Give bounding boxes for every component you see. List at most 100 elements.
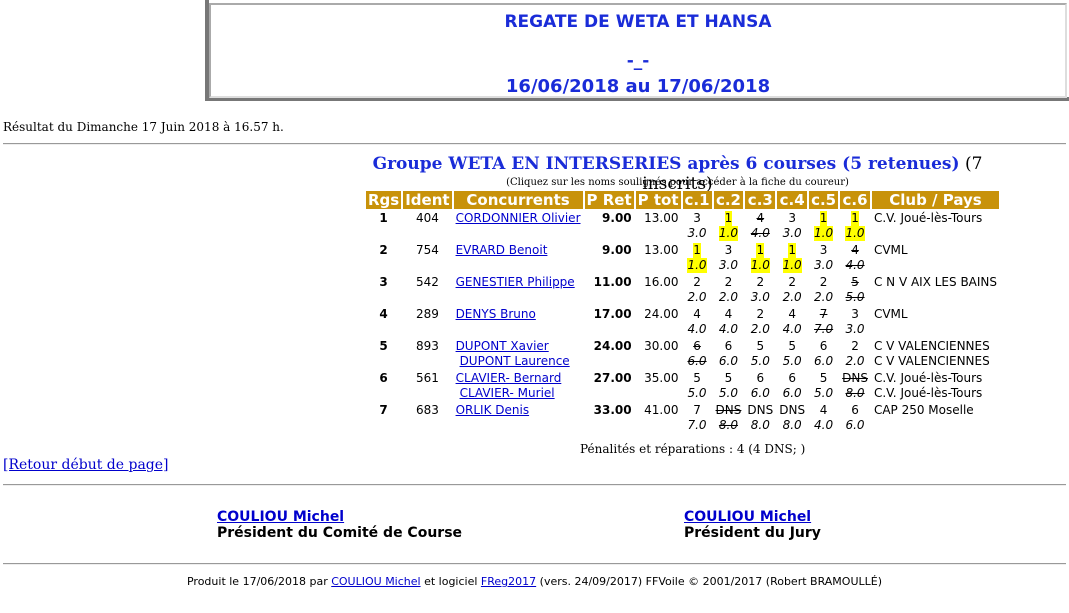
signature-committee: COULIOU Michel Président du Comité de Co…	[217, 509, 462, 541]
race-rank: 4	[851, 243, 859, 257]
race-points: 6.0	[750, 386, 770, 400]
race-cell: 5 5.0	[840, 275, 870, 305]
penalties-note: Pénalités et réparations : 4 (4 DNS; )	[580, 442, 806, 456]
race-rank: 1	[788, 243, 796, 258]
race-cell: 4 4.0	[745, 211, 775, 241]
race-points: 4.0	[814, 418, 834, 432]
footer-author-link[interactable]: COULIOU Michel	[331, 575, 420, 588]
club-name: C.V. Joué-lès-Tours	[873, 371, 983, 385]
competitor-link[interactable]: ORLIK Denis	[456, 403, 581, 418]
race-points: 1.0	[718, 226, 739, 241]
points-total-cell: 13.00	[644, 243, 679, 257]
race-points: 6.0	[845, 418, 865, 432]
race-cell: 3 3.0	[777, 211, 807, 241]
points-total-cell: 41.00	[644, 403, 679, 417]
table-row: 7 683 ORLIK Denis 33.00 41.00 7 7.0 DNS 8.0 DNS 8.…	[366, 403, 999, 433]
race-rank: 2	[693, 275, 701, 289]
race-rank: DNS	[842, 371, 868, 385]
race-rank: 5	[851, 275, 859, 289]
ident-cell: 542	[415, 275, 439, 289]
race-cell: 2 2.0	[777, 275, 807, 305]
race-points: 4.0	[750, 226, 770, 240]
race-rank: DNS	[747, 403, 774, 417]
race-cell: 1 1.0	[840, 211, 870, 241]
race-points: 5.0	[750, 354, 770, 368]
rank-cell: 3	[379, 275, 388, 289]
race-points: 4.0	[687, 322, 707, 336]
race-rank: 2	[819, 275, 828, 289]
competitor-link[interactable]: CLAVIER- Bernard	[456, 371, 581, 386]
race-points: 5.0	[845, 290, 865, 304]
column-header: c.5	[809, 191, 839, 209]
committee-president-name[interactable]: COULIOU Michel	[217, 509, 462, 525]
race-rank: 2	[756, 275, 765, 289]
club-cell: CVML	[872, 307, 999, 337]
points-retained-cell: 9.00	[602, 243, 632, 257]
race-cell: 2 2.0	[714, 275, 744, 305]
competitor-link[interactable]: EVRARD Benoit	[456, 243, 581, 258]
competitor-cell: CORDONNIER Olivier	[454, 211, 583, 241]
race-rank: 4	[819, 403, 828, 417]
race-rank: 1	[819, 211, 828, 226]
race-cell: 2 2.0	[683, 275, 712, 305]
race-points: 1.0	[687, 258, 707, 273]
race-cell: 4 4.0	[809, 403, 838, 433]
race-points: 1.0	[845, 226, 865, 241]
group-title: Groupe WETA EN INTERSERIES après 6 cours…	[365, 154, 990, 194]
points-retained-cell: 17.00	[593, 307, 632, 321]
ident-cell: 289	[415, 307, 439, 321]
race-points: 1.0	[750, 258, 770, 273]
race-cell: 3 3.0	[840, 307, 870, 337]
race-rank: 1	[724, 211, 733, 226]
back-to-top-link[interactable]: [Retour début de page]	[3, 457, 169, 473]
race-rank: DNS	[715, 403, 742, 417]
race-cell: 2 2.0	[809, 275, 838, 305]
race-rank: 5	[756, 339, 765, 353]
race-points: 3.0	[782, 226, 802, 240]
club-name: C V VALENCIENNES	[873, 339, 990, 353]
race-rank: 2	[851, 339, 859, 353]
points-total-cell: 13.00	[644, 211, 679, 225]
table-row: 3 542 GENESTIER Philippe 11.00 16.00 2 2.0 2 2.0…	[366, 275, 999, 305]
table-row: 4 289 DENYS Bruno 17.00 24.00 4 4.0 4 4.0 2 2.0 4 4.…	[366, 307, 999, 337]
jury-president-name[interactable]: COULIOU Michel	[684, 509, 821, 525]
regatta-dates: 16/06/2018 au 17/06/2018	[505, 76, 771, 97]
race-cell: 2 2.0	[745, 307, 775, 337]
race-cell: 1 1.0	[683, 243, 712, 273]
rank-cell: 6	[379, 371, 388, 385]
club-cell: C.V. Joué-lès-Tours	[872, 211, 999, 241]
competitor-link[interactable]: DUPONT Laurence	[456, 354, 581, 369]
regatta-title: REGATE DE WETA ET HANSA	[504, 12, 772, 32]
rank-cell: 7	[379, 403, 388, 417]
race-points: 3.0	[845, 322, 865, 336]
race-points: 3.0	[750, 290, 770, 304]
column-header: c.2	[713, 191, 744, 209]
race-rank: 4	[693, 307, 701, 321]
divider	[3, 563, 1066, 565]
competitor-cell: DENYS Bruno	[454, 307, 583, 337]
race-rank: 6	[724, 339, 733, 353]
back-to-top-link-text[interactable]: [Retour début de page]	[3, 457, 169, 473]
club-name: CAP 250 Moselle	[873, 403, 974, 417]
column-header: Rgs	[366, 191, 402, 209]
competitor-link[interactable]: CORDONNIER Olivier	[456, 211, 581, 226]
competitor-link[interactable]: CLAVIER- Muriel	[456, 386, 581, 401]
race-points: 8.0	[845, 386, 865, 400]
race-rank: 5	[819, 371, 828, 385]
race-cell: 1 1.0	[745, 243, 775, 273]
competitor-link[interactable]: DENYS Bruno	[456, 307, 581, 322]
divider	[3, 484, 1066, 486]
race-rank: 5	[693, 371, 701, 385]
race-rank: 4	[756, 211, 765, 225]
header-box: REGATE DE WETA ET HANSA -_- 16/06/2018 a…	[205, 0, 1069, 101]
points-total-cell: 35.00	[644, 371, 679, 385]
race-cell: 1 1.0	[809, 211, 838, 241]
ident-cell: 561	[415, 371, 439, 385]
race-points: 2.0	[718, 290, 739, 304]
race-points: 7.0	[687, 418, 707, 432]
race-points: 5.0	[687, 386, 707, 400]
footer-software-link[interactable]: FReg2017	[481, 575, 536, 588]
competitor-link[interactable]: DUPONT Xavier	[456, 339, 581, 354]
result-timestamp: Résultat du Dimanche 17 Juin 2018 à 16.5…	[3, 120, 284, 134]
competitor-link[interactable]: GENESTIER Philippe	[456, 275, 581, 290]
